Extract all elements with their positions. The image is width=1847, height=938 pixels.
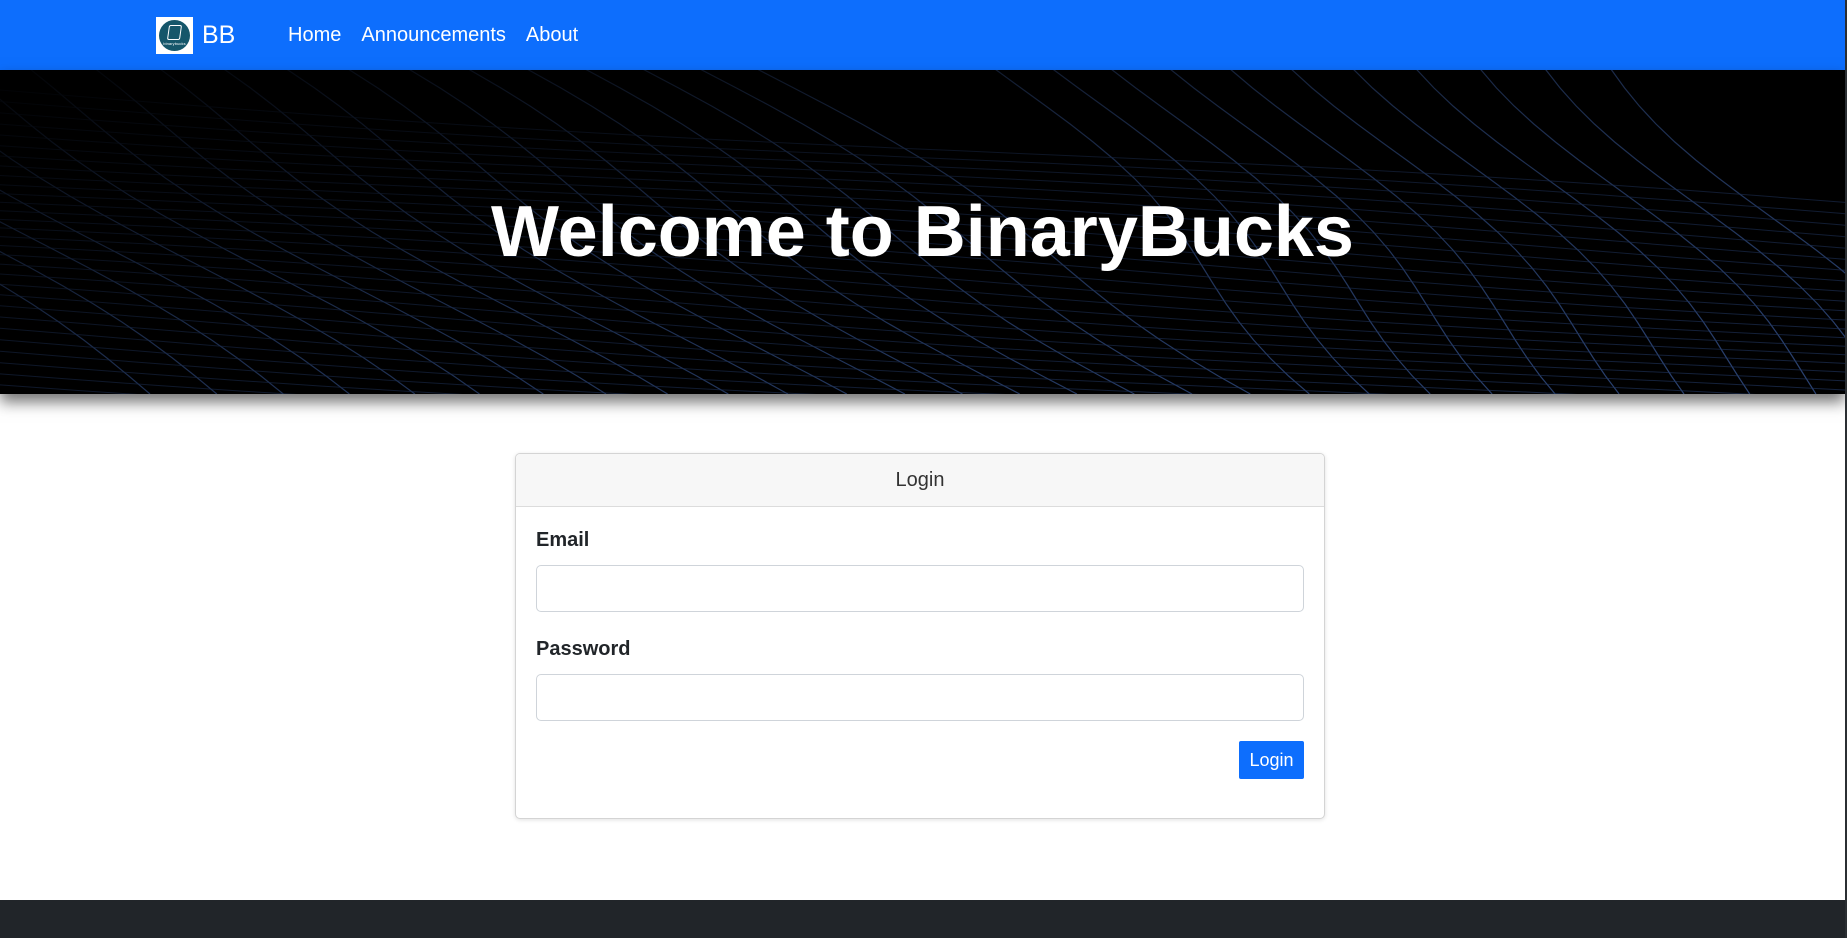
logo-circle: binarybucks: [159, 19, 190, 51]
nav-link-about[interactable]: About: [526, 24, 578, 47]
brand-name: BB: [202, 20, 236, 49]
nav-link-home[interactable]: Home: [288, 24, 341, 47]
password-field[interactable]: [536, 674, 1304, 721]
nav-links: Home Announcements About: [288, 0, 598, 70]
binarybucks-logo-icon: binarybucks: [156, 16, 193, 54]
footer: [0, 900, 1845, 938]
login-actions: Login: [536, 741, 1304, 779]
logo-text: binarybucks: [163, 40, 186, 46]
logo-mark: [166, 24, 183, 40]
email-label: Email: [536, 529, 590, 551]
brand-link[interactable]: binarybucks BB: [156, 16, 235, 54]
password-label: Password: [536, 638, 631, 660]
page: binarybucks BB Home Announcements About: [0, 0, 1847, 938]
hero-banner: Welcome to BinaryBucks: [0, 70, 1845, 394]
login-button[interactable]: Login: [1239, 741, 1304, 779]
login-card: Login Email Password Login: [515, 453, 1325, 819]
hero-title: Welcome to BinaryBucks: [491, 192, 1354, 272]
login-card-header: Login: [516, 454, 1324, 507]
email-field[interactable]: [536, 565, 1304, 612]
nav-link-announcements[interactable]: Announcements: [361, 24, 506, 47]
navbar: binarybucks BB Home Announcements About: [0, 0, 1845, 70]
login-card-body: Email Password Login: [516, 507, 1324, 779]
